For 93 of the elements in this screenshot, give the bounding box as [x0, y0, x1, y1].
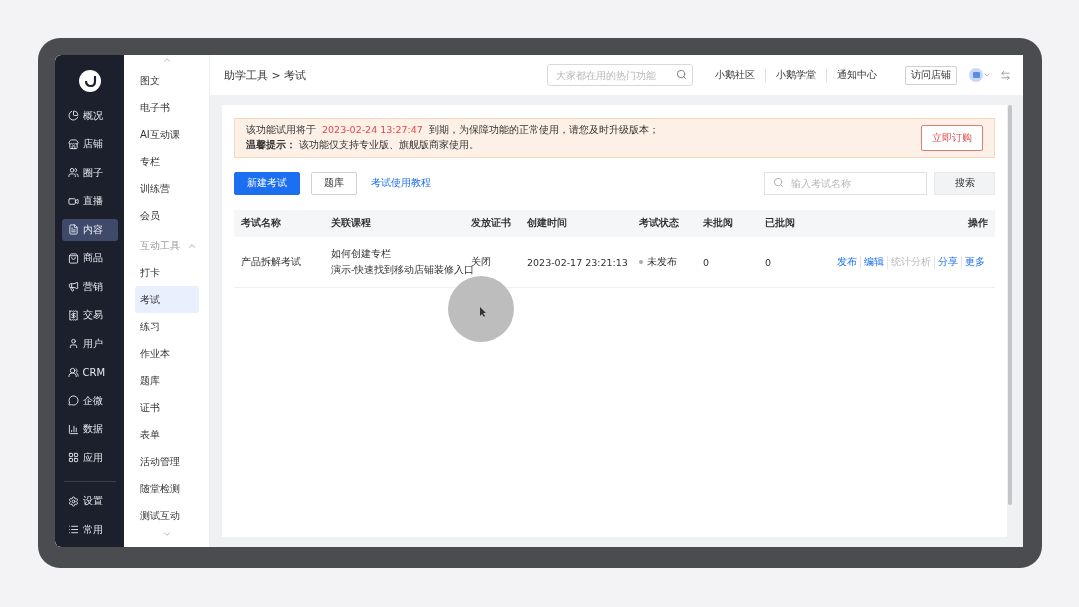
- header-link[interactable]: 小鹅社区: [705, 68, 765, 82]
- action-link[interactable]: 发布: [834, 255, 860, 269]
- nav-item[interactable]: 商品: [61, 247, 118, 270]
- bar-chart-icon: [67, 423, 79, 435]
- table-cell-text: 产品拆解考试: [241, 255, 302, 269]
- submenu-item[interactable]: 题库: [135, 367, 199, 394]
- submenu-item[interactable]: 随堂检测: [135, 475, 199, 502]
- avatar-icon[interactable]: [969, 68, 983, 82]
- cursor-drawing: [447, 275, 515, 343]
- header-link[interactable]: 通知中心: [826, 68, 887, 82]
- search-field[interactable]: 大家都在用的热门功能: [547, 64, 693, 86]
- nav-item[interactable]: 营销: [61, 275, 118, 298]
- nav-item[interactable]: 内容: [61, 218, 118, 241]
- nav-item[interactable]: 店铺: [61, 133, 118, 156]
- nav-item[interactable]: 设置: [61, 490, 118, 513]
- swap-icon[interactable]: [1000, 69, 1011, 81]
- nav-item[interactable]: 用户: [61, 332, 118, 355]
- new-exam-button[interactable]: 新建考试: [234, 172, 300, 195]
- notice-text: 该功能试用将于 2023-02-24 13:27:47 到期，为保障功能的正常使用，请您及时升级版本；: [246, 124, 660, 137]
- nav-item[interactable]: 应用: [61, 446, 118, 469]
- submenu-item[interactable]: 会员: [135, 202, 199, 229]
- submenu-item[interactable]: 测试互动: [135, 502, 199, 529]
- nav-item[interactable]: 直播: [61, 190, 118, 213]
- column-header: 考试状态: [639, 217, 680, 230]
- bag-icon: [67, 252, 79, 264]
- breadcrumb: 助学工具 > 考试: [224, 67, 308, 83]
- notice-text: 温馨提示： 该功能仅支持专业版、旗舰版商家使用。: [246, 139, 481, 152]
- table-cell-text: 2023-02-17 23:21:13: [527, 256, 629, 268]
- megaphone-icon: [67, 281, 79, 293]
- document-icon: [67, 224, 79, 236]
- column-header: 未批阅: [703, 217, 734, 230]
- submenu-item[interactable]: 训练营: [135, 175, 199, 202]
- list-icon: [67, 524, 79, 535]
- submenu-item[interactable]: 考试: [135, 286, 199, 313]
- submenu-item[interactable]: 专栏: [135, 148, 199, 175]
- search-button[interactable]: 搜索: [934, 172, 995, 195]
- action-link[interactable]: 编辑: [860, 255, 887, 269]
- status-text: 未发布: [647, 255, 677, 269]
- submenu-item[interactable]: 电子书: [135, 94, 199, 121]
- action-link[interactable]: 更多: [961, 255, 988, 269]
- store-icon: [67, 138, 79, 150]
- action-link[interactable]: 分享: [934, 255, 961, 269]
- collapse-icon[interactable]: [187, 241, 197, 251]
- nav-item[interactable]: 概况: [61, 104, 118, 127]
- scrollbar-thumb[interactable]: [1008, 105, 1012, 505]
- submenu-item[interactable]: 证书: [135, 394, 199, 421]
- chat-icon: [67, 395, 79, 407]
- chart-icon: [67, 110, 79, 122]
- column-header: 关联课程: [331, 217, 372, 230]
- nav-item[interactable]: 交易: [61, 304, 118, 327]
- person-icon: [67, 338, 79, 350]
- table-cell-text: 关闭: [471, 255, 492, 267]
- settings-icon: [67, 495, 79, 507]
- column-header: 发放证书: [471, 217, 512, 230]
- nav-item[interactable]: 数据: [61, 418, 118, 441]
- search-icon: [773, 177, 784, 188]
- nav-item[interactable]: 企微: [61, 389, 118, 412]
- tutorial-link[interactable]: 考试使用教程: [371, 177, 753, 190]
- submenu-item[interactable]: 打卡: [135, 259, 199, 286]
- course-name: 演示-快速找到移动店铺装修入口: [331, 263, 471, 277]
- group-title: 互动工具: [140, 239, 180, 253]
- scroll-up-icon[interactable]: [162, 55, 172, 65]
- video-icon: [67, 195, 79, 207]
- nav-item[interactable]: 常用: [61, 518, 118, 541]
- people-icon: [67, 167, 79, 179]
- column-header: 操作: [968, 217, 988, 230]
- submenu-item[interactable]: 练习: [135, 313, 199, 340]
- column-header: 创建时间: [527, 217, 568, 230]
- submenu-item[interactable]: 图文: [135, 67, 199, 94]
- header-link[interactable]: 小鹅学堂: [765, 68, 826, 82]
- caret-icon[interactable]: [983, 71, 991, 79]
- grid-icon: [67, 452, 79, 464]
- submenu-item[interactable]: 作业本: [135, 340, 199, 367]
- status-dot: [639, 260, 643, 264]
- people-icon: [67, 366, 79, 378]
- course-name: 如何创建专栏: [331, 247, 392, 261]
- table-cell-text: 0: [703, 256, 711, 268]
- submenu-item[interactable]: 活动管理: [135, 448, 199, 475]
- receipt-icon: [67, 309, 79, 321]
- visit-store-button[interactable]: 访问店铺: [905, 65, 957, 85]
- submenu-item[interactable]: AI互动课: [135, 121, 199, 148]
- scroll-down-icon[interactable]: [162, 529, 172, 539]
- question-bank-button[interactable]: 题库: [311, 172, 357, 195]
- column-header: 已批阅: [765, 217, 796, 230]
- search-field[interactable]: 输入考试名称: [764, 172, 927, 195]
- buy-button[interactable]: 立即订购: [921, 125, 983, 151]
- logo-icon: [77, 69, 102, 93]
- nav-item[interactable]: CRM: [61, 361, 118, 384]
- nav-item[interactable]: 圈子: [61, 161, 118, 184]
- table-cell-text: 0: [765, 256, 773, 268]
- submenu-item[interactable]: 表单: [135, 421, 199, 448]
- search-icon: [676, 69, 687, 80]
- column-header: 考试名称: [241, 217, 282, 230]
